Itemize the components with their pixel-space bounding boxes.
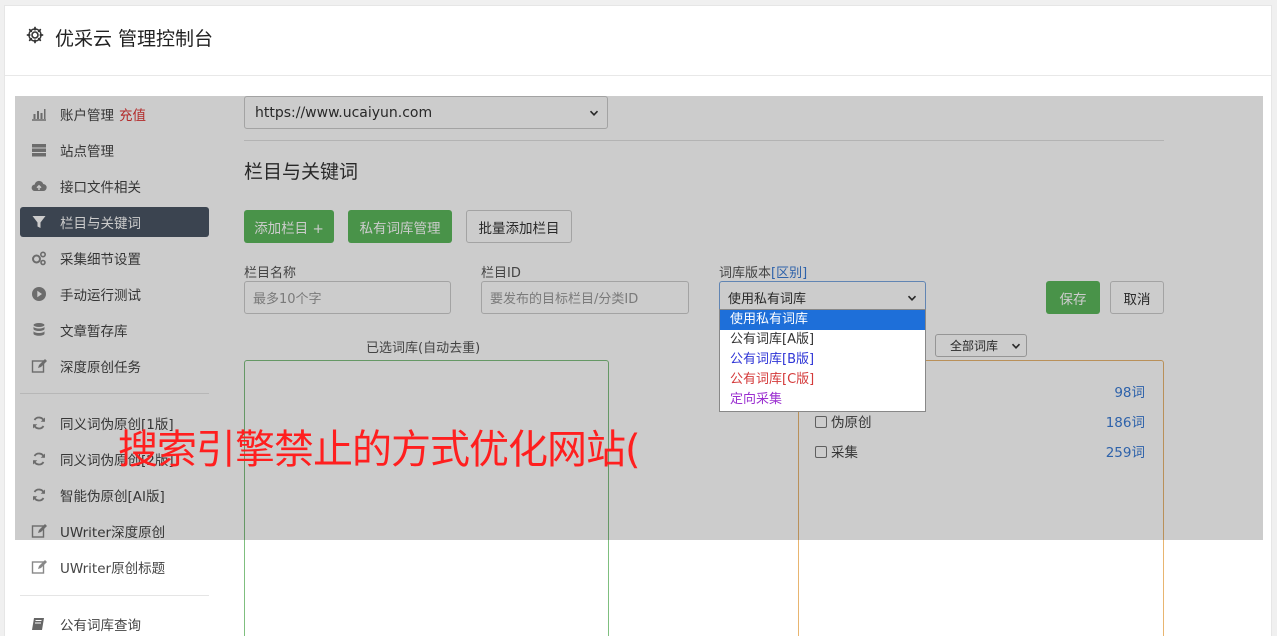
sidebar-item-columns[interactable]: 栏目与关键词 <box>20 207 209 237</box>
edit-icon <box>31 523 47 539</box>
selected-lib-box[interactable] <box>244 360 609 636</box>
sidebar-item-uwriter-title[interactable]: UWriter原创标题 <box>20 552 209 582</box>
sidebar-item-interface[interactable]: 接口文件相关 <box>20 171 209 201</box>
sidebar-item-label: 手动运行测试 <box>60 288 141 304</box>
version-option[interactable]: 公有词库[C版] <box>720 370 925 390</box>
lib-row-count: 259词 <box>1105 445 1145 461</box>
edit-icon <box>31 559 47 575</box>
site-select[interactable]: https://www.ucaiyun.com <box>244 96 608 129</box>
section-title: 栏目与关键词 <box>244 161 359 183</box>
filter-icon <box>31 214 47 230</box>
book-icon <box>31 616 47 632</box>
lib-version-dropdown[interactable]: 使用私有词库 公有词库[A版] 公有词库[B版] 公有词库[C版] 定向采集 <box>719 309 926 412</box>
chevron-down-icon <box>589 110 599 116</box>
batch-add-button[interactable]: 批量添加栏目 <box>466 210 572 243</box>
edit-icon <box>31 358 47 374</box>
header: 优采云 管理控制台 <box>5 6 1271 76</box>
lib-row-count: 186词 <box>1105 415 1145 431</box>
sidebar-item-label: 站点管理 <box>60 144 114 160</box>
lib-checkbox[interactable] <box>815 416 827 428</box>
sidebar-item-manual-run[interactable]: 手动运行测试 <box>20 279 209 309</box>
refresh-icon <box>31 487 47 503</box>
lib-version-label-text: 词库版本 <box>719 266 772 281</box>
server-icon <box>31 142 47 158</box>
save-button[interactable]: 保存 <box>1046 281 1100 314</box>
lib-row[interactable]: 伪原创 186词 <box>815 411 1145 431</box>
version-option[interactable]: 公有词库[A版] <box>720 330 925 350</box>
sidebar-item-label: 公有词库查询 <box>60 618 141 634</box>
sidebar-item-collect-settings[interactable]: 采集细节设置 <box>20 243 209 273</box>
sidebar-item-label: 智能伪原创[AI版] <box>60 489 165 505</box>
page-title: 优采云 管理控制台 <box>55 28 214 50</box>
sidebar-item-article-store[interactable]: 文章暂存库 <box>20 315 209 345</box>
lib-checkbox[interactable] <box>815 446 827 458</box>
lib-row-label: 伪原创 <box>831 415 872 431</box>
lib-version-label: 词库版本[区别] <box>719 262 807 281</box>
version-option[interactable]: 公有词库[B版] <box>720 350 925 370</box>
sidebar-item-label: 接口文件相关 <box>60 180 141 196</box>
column-name-label: 栏目名称 <box>244 266 297 281</box>
chevron-down-icon <box>1011 343 1021 349</box>
sidebar-divider <box>20 595 209 596</box>
sidebar-item-label: UWriter原创标题 <box>60 561 166 577</box>
sidebar-item-ai-rewrite[interactable]: 智能伪原创[AI版] <box>20 480 209 510</box>
sidebar-item-label: 采集细节设置 <box>60 252 141 268</box>
sidebar-item-label: 文章暂存库 <box>60 324 128 340</box>
lib-version-value: 使用私有词库 <box>728 292 807 307</box>
lib-row-count: 98词 <box>1114 385 1145 401</box>
refresh-icon <box>31 451 47 467</box>
sidebar-item-deep-original-task[interactable]: 深度原创任务 <box>20 351 209 381</box>
chevron-down-icon <box>907 295 917 301</box>
sidebar-item-uwriter-deep[interactable]: UWriter深度原创 <box>20 516 209 546</box>
site-select-value: https://www.ucaiyun.com <box>255 104 433 121</box>
refresh-icon <box>31 415 47 431</box>
cancel-button[interactable]: 取消 <box>1110 281 1164 314</box>
lib-row-label: 采集 <box>831 445 858 461</box>
sidebar-item-sites[interactable]: 站点管理 <box>20 135 209 165</box>
database-icon <box>31 322 47 338</box>
lib-filter-select[interactable]: 全部词库 <box>935 334 1027 357</box>
sidebar-item-label: 深度原创任务 <box>60 360 141 376</box>
lib-filter-value: 全部词库 <box>950 339 999 353</box>
column-id-label: 栏目ID <box>481 266 521 281</box>
sidebar-divider <box>20 393 209 394</box>
sidebar-item-label: 账户管理 <box>60 108 114 124</box>
recharge-link[interactable]: 充值 <box>119 104 146 124</box>
difference-link[interactable]: [区别] <box>771 266 807 281</box>
cloud-upload-icon <box>31 178 47 194</box>
divider <box>244 140 1164 141</box>
gears-icon <box>31 250 47 266</box>
sidebar-item-account[interactable]: 账户管理 充值 <box>20 99 209 129</box>
sidebar-item-label: UWriter深度原创 <box>60 525 166 541</box>
column-id-input[interactable]: 要发布的目标栏目/分类ID <box>481 281 689 314</box>
sidebar-item-public-lib-query[interactable]: 公有词库查询 <box>20 609 209 636</box>
watermark-banner: 搜索引擎禁止的方式优化网站( <box>118 427 641 473</box>
version-option[interactable]: 使用私有词库 <box>720 310 925 330</box>
private-lib-button[interactable]: 私有词库管理 <box>348 210 452 243</box>
sidebar-item-label: 栏目与关键词 <box>60 216 141 232</box>
add-column-button[interactable]: 添加栏目 + <box>244 210 334 243</box>
lib-row[interactable]: 采集 259词 <box>815 441 1145 461</box>
play-icon <box>31 286 47 302</box>
gear-icon <box>25 25 45 45</box>
bar-chart-icon <box>31 106 47 122</box>
column-name-input[interactable]: 最多10个字 <box>244 281 451 314</box>
version-option[interactable]: 定向采集 <box>720 390 925 410</box>
selected-lib-title: 已选词库(自动去重) <box>366 341 481 356</box>
